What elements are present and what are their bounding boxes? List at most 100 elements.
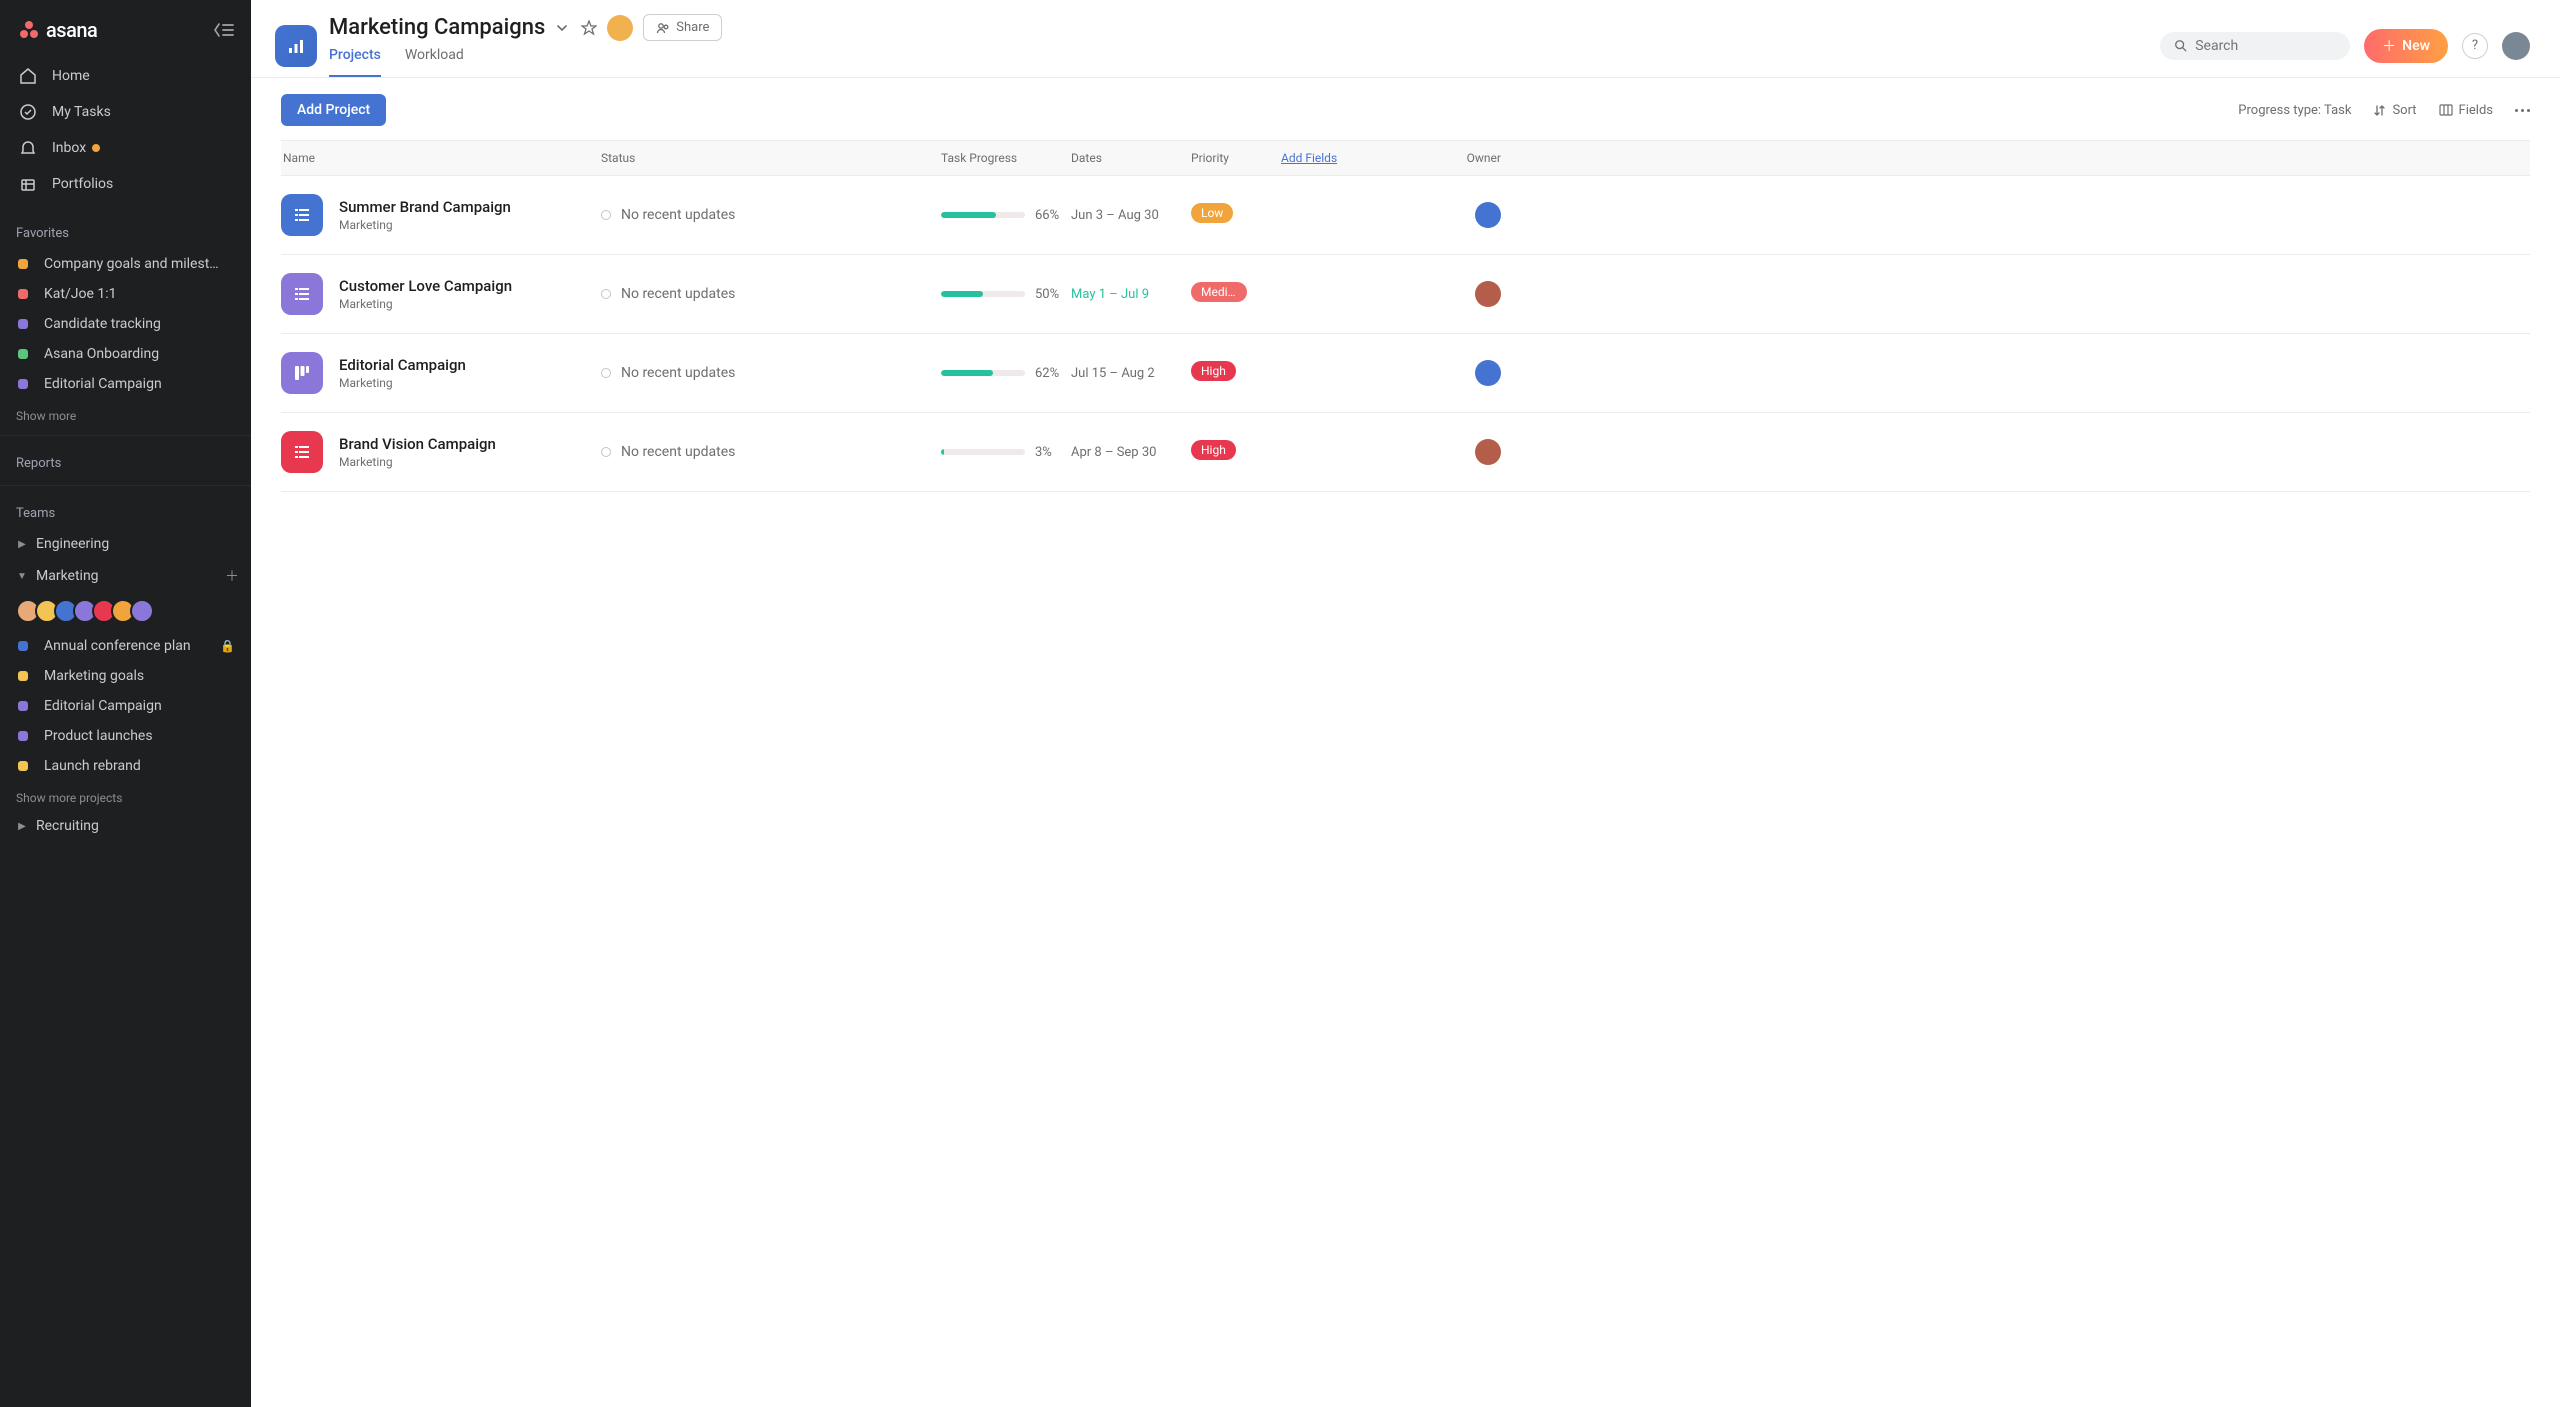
search-box[interactable] <box>2160 32 2350 60</box>
portfolio-icon <box>18 174 38 194</box>
sidebar-toggle[interactable] <box>213 21 235 39</box>
status-dot-icon <box>601 447 611 457</box>
show-more-projects[interactable]: Show more projects <box>0 785 251 811</box>
team-member-avatar[interactable] <box>130 599 154 623</box>
team-marketing[interactable]: ▼ Marketing ＋ <box>0 559 251 593</box>
col-dates[interactable]: Dates <box>1071 141 1191 175</box>
tabs: Projects Workload <box>329 47 722 77</box>
home-icon <box>18 66 38 86</box>
add-project-button[interactable]: Add Project <box>281 94 386 126</box>
new-button[interactable]: ＋ New <box>2364 29 2448 63</box>
progress-percent: 66% <box>1035 208 1059 223</box>
sidebar-project-item[interactable]: Annual conference plan🔒 <box>0 631 251 661</box>
tab-workload[interactable]: Workload <box>405 47 464 77</box>
portfolio-header-icon <box>275 25 317 67</box>
col-owner[interactable]: Owner <box>1441 141 1501 175</box>
table-row[interactable]: Customer Love Campaign Marketing No rece… <box>281 255 2530 334</box>
sidebar-project-label: Launch rebrand <box>44 758 141 774</box>
nav-my-tasks[interactable]: My Tasks <box>0 94 251 130</box>
share-button[interactable]: Share <box>643 14 722 41</box>
col-name[interactable]: Name <box>281 141 601 175</box>
chevron-down-icon[interactable] <box>555 21 569 35</box>
owner-avatar[interactable] <box>1475 360 1501 386</box>
toolbar: Add Project Progress type: Task Sort Fie… <box>251 78 2560 140</box>
sidebar-project-item[interactable]: Launch rebrand <box>0 751 251 781</box>
favorite-item[interactable]: Editorial Campaign <box>0 369 251 399</box>
nav-my-tasks-label: My Tasks <box>52 104 111 120</box>
project-icon <box>281 194 323 236</box>
owner-avatar[interactable] <box>1475 281 1501 307</box>
nav-home[interactable]: Home <box>0 58 251 94</box>
status-text: No recent updates <box>621 444 735 460</box>
table-row[interactable]: Summer Brand Campaign Marketing No recen… <box>281 176 2530 255</box>
add-to-team-icon[interactable]: ＋ <box>225 566 239 586</box>
favorite-item[interactable]: Asana Onboarding <box>0 339 251 369</box>
project-color-dot <box>18 701 28 711</box>
col-status[interactable]: Status <box>601 141 941 175</box>
team-engineering-label: Engineering <box>36 536 109 552</box>
page-title: Marketing Campaigns <box>329 15 545 40</box>
add-fields-link[interactable]: Add Fields <box>1281 151 1337 165</box>
favorite-label: Asana Onboarding <box>44 346 159 362</box>
caret-down-icon: ▼ <box>14 571 30 582</box>
favorite-item[interactable]: Company goals and milest… <box>0 249 251 279</box>
sidebar-project-item[interactable]: Editorial Campaign <box>0 691 251 721</box>
collaborator-avatar[interactable] <box>607 15 633 41</box>
team-engineering[interactable]: ▶ Engineering <box>0 529 251 559</box>
project-table: Name Status Task Progress Dates Priority… <box>251 140 2560 492</box>
new-button-label: New <box>2402 38 2430 54</box>
favorite-label: Company goals and milest… <box>44 256 219 272</box>
table-row[interactable]: Brand Vision Campaign Marketing No recen… <box>281 413 2530 492</box>
project-status[interactable]: No recent updates <box>601 286 941 302</box>
star-icon[interactable] <box>581 20 597 36</box>
project-color-dot <box>18 349 28 359</box>
project-status[interactable]: No recent updates <box>601 365 941 381</box>
progress-percent: 50% <box>1035 287 1059 302</box>
task-progress: 3% <box>941 445 1071 460</box>
sidebar-project-item[interactable]: Marketing goals <box>0 661 251 691</box>
team-recruiting[interactable]: ▶ Recruiting <box>0 811 251 841</box>
fields-button[interactable]: Fields <box>2439 103 2493 118</box>
favorites-list: Company goals and milest… Kat/Joe 1:1Cand… <box>0 249 251 403</box>
project-status[interactable]: No recent updates <box>601 207 941 223</box>
project-dates[interactable]: Jun 3 – Aug 30 <box>1071 208 1191 223</box>
project-icon <box>281 352 323 394</box>
col-task-progress[interactable]: Task Progress <box>941 141 1071 175</box>
project-status[interactable]: No recent updates <box>601 444 941 460</box>
priority-badge[interactable]: Low <box>1191 203 1233 223</box>
nav-home-label: Home <box>52 68 90 84</box>
main: Marketing Campaigns Share Projects Workl… <box>251 0 2560 1407</box>
owner-avatar[interactable] <box>1475 439 1501 465</box>
search-input[interactable] <box>2195 38 2336 54</box>
sort-button[interactable]: Sort <box>2373 103 2416 118</box>
project-name: Editorial Campaign <box>339 356 466 374</box>
progress-bar <box>941 370 1025 376</box>
table-row[interactable]: Editorial Campaign Marketing No recent u… <box>281 334 2530 413</box>
nav-portfolios[interactable]: Portfolios <box>0 166 251 202</box>
owner-avatar[interactable] <box>1475 202 1501 228</box>
sort-label: Sort <box>2392 103 2416 118</box>
progress-type-label[interactable]: Progress type: Task <box>2238 103 2351 118</box>
priority-badge[interactable]: High <box>1191 361 1236 381</box>
search-icon <box>2174 38 2187 53</box>
more-menu[interactable] <box>2515 109 2530 112</box>
user-avatar[interactable] <box>2502 32 2530 60</box>
lock-icon: 🔒 <box>220 639 235 653</box>
col-priority[interactable]: Priority <box>1191 141 1281 175</box>
tab-projects[interactable]: Projects <box>329 47 381 77</box>
project-dates[interactable]: Apr 8 – Sep 30 <box>1071 445 1191 460</box>
sidebar-project-item[interactable]: Product launches <box>0 721 251 751</box>
project-dates[interactable]: May 1 – Jul 9 <box>1071 287 1191 302</box>
show-more-favorites[interactable]: Show more <box>0 403 251 429</box>
logo[interactable]: asana <box>18 18 97 42</box>
task-progress: 50% <box>941 287 1071 302</box>
project-dates[interactable]: Jul 15 – Aug 2 <box>1071 366 1191 381</box>
brand-text: asana <box>46 18 97 42</box>
priority-badge[interactable]: High <box>1191 440 1236 460</box>
reports-section-label[interactable]: Reports <box>0 442 251 479</box>
nav-inbox[interactable]: Inbox <box>0 130 251 166</box>
help-button[interactable]: ? <box>2462 33 2488 59</box>
favorite-item[interactable]: Candidate tracking <box>0 309 251 339</box>
favorite-item[interactable]: Kat/Joe 1:1 <box>0 279 251 309</box>
priority-badge[interactable]: Medium <box>1191 282 1247 302</box>
